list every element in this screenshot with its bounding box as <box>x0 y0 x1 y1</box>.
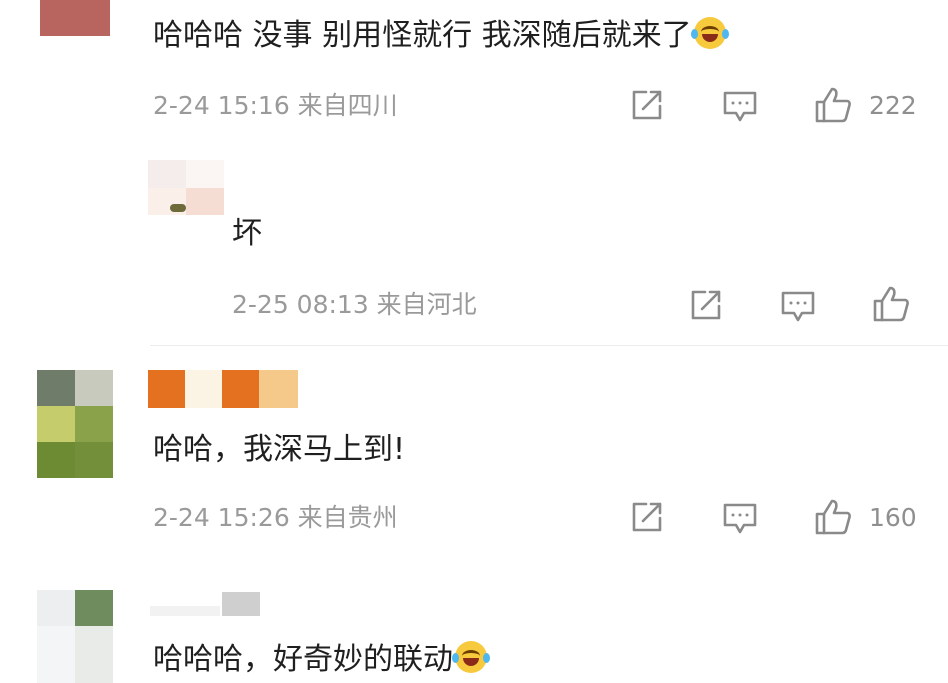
like-icon[interactable] <box>814 498 852 536</box>
avatar[interactable] <box>148 160 224 215</box>
comment-icon[interactable] <box>722 90 758 124</box>
comment-text: 坏 <box>232 216 262 251</box>
laugh-cry-emoji-icon <box>452 641 490 673</box>
avatar[interactable] <box>37 590 113 683</box>
comment-icon[interactable] <box>722 502 758 536</box>
share-icon[interactable] <box>630 88 664 122</box>
comment-icon[interactable] <box>780 290 816 324</box>
username-masked[interactable] <box>148 370 298 408</box>
comment-meta: 2-24 15:26 来自贵州 <box>153 503 398 532</box>
comment-text: 哈哈，我深马上到! <box>153 432 406 467</box>
comment-meta: 2-25 08:13 来自河北 <box>232 290 477 319</box>
share-icon[interactable] <box>689 288 723 322</box>
like-icon[interactable] <box>872 285 910 323</box>
like-icon[interactable] <box>814 86 852 124</box>
avatar[interactable] <box>37 370 113 478</box>
avatar[interactable] <box>40 0 110 36</box>
like-count: 160 <box>869 503 917 532</box>
comment-text: 哈哈哈，好奇妙的联动 <box>153 640 490 680</box>
username-masked[interactable] <box>150 592 280 616</box>
comment-text: 哈哈哈 没事 别用怪就行 我深随后就来了 <box>153 16 729 56</box>
divider <box>150 345 948 346</box>
laugh-cry-emoji-icon <box>690 17 729 49</box>
like-count: 222 <box>869 91 917 120</box>
comment-meta: 2-24 15:16 来自四川 <box>153 91 398 120</box>
share-icon[interactable] <box>630 500 664 534</box>
